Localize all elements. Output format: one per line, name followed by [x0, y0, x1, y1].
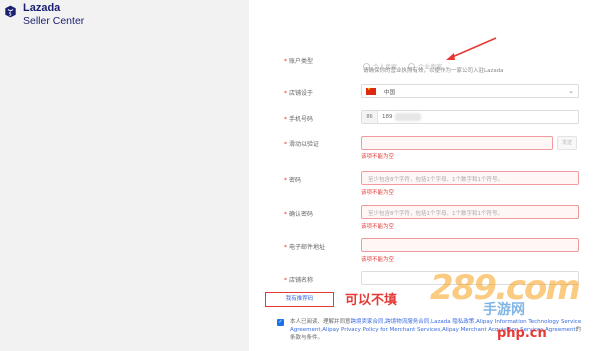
brand-subtitle: Seller Center — [23, 15, 85, 27]
lazada-logo[interactable]: $ Lazada Seller Center — [4, 3, 84, 27]
phone-redacted — [395, 113, 421, 121]
annotation-optional-text: 可以不填 — [345, 293, 398, 308]
shop-location-select[interactable]: 中国 ⌄ — [361, 84, 579, 98]
send-code-button[interactable]: 发送 — [557, 136, 577, 150]
left-panel: $ Lazada Seller Center — [0, 0, 249, 351]
account-type-label: * 账户类型 — [284, 58, 314, 65]
china-flag-icon — [366, 86, 376, 95]
sms-code-error: 该项不能为空 — [361, 154, 395, 160]
country-code-prefix: 86 — [362, 111, 378, 123]
annotation-arrow — [446, 37, 497, 60]
agreement-checkbox[interactable]: ✓ — [277, 319, 284, 326]
watermark-php: php.cn — [497, 326, 547, 341]
brand-name: Lazada — [23, 2, 61, 14]
confirm-password-error: 该项不能为空 — [361, 224, 395, 230]
confirm-password-input[interactable]: 至少包含8个字符，包括1个字母、1个数字和1个符号。 — [361, 205, 579, 219]
password-error: 该项不能为空 — [361, 190, 395, 196]
phone-label: * 手机号码 — [284, 116, 314, 123]
password-placeholder: 至少包含8个字符，包括1个字母、1个数字和1个符号。 — [368, 177, 503, 183]
account-type-hint: 请确保你的营业执照有效，以便作为一家公司入驻Lazada — [363, 68, 504, 74]
email-error: 该项不能为空 — [361, 257, 395, 263]
svg-text:$: $ — [9, 11, 12, 17]
email-input[interactable] — [361, 238, 579, 252]
phone-input[interactable]: 86 189 — [361, 110, 579, 124]
password-input[interactable]: 至少包含8个字符，包括1个字母、1个数字和1个符号。 — [361, 171, 579, 185]
email-label: * 电子邮件地址 — [284, 244, 326, 251]
sms-code-label: * 滑动以验证 — [284, 141, 320, 148]
password-label: * 密码 — [284, 177, 302, 184]
confirm-password-label: * 确认密码 — [284, 211, 314, 218]
confirm-password-placeholder: 至少包含8个字符，包括1个字母、1个数字和1个符号。 — [368, 211, 503, 217]
chevron-down-icon: ⌄ — [568, 87, 574, 95]
shop-location-value: 中国 — [384, 90, 396, 96]
watermark-sub: 手游网 — [483, 302, 525, 318]
shop-location-label: * 店铺设于 — [284, 90, 314, 97]
lazada-heart-icon: $ — [5, 5, 16, 17]
sms-code-input[interactable] — [361, 136, 553, 150]
shop-name-label: * 店铺名称 — [284, 277, 314, 284]
phone-value: 189 — [382, 114, 393, 120]
referral-code-link[interactable]: 我有推荐码 — [265, 292, 334, 307]
